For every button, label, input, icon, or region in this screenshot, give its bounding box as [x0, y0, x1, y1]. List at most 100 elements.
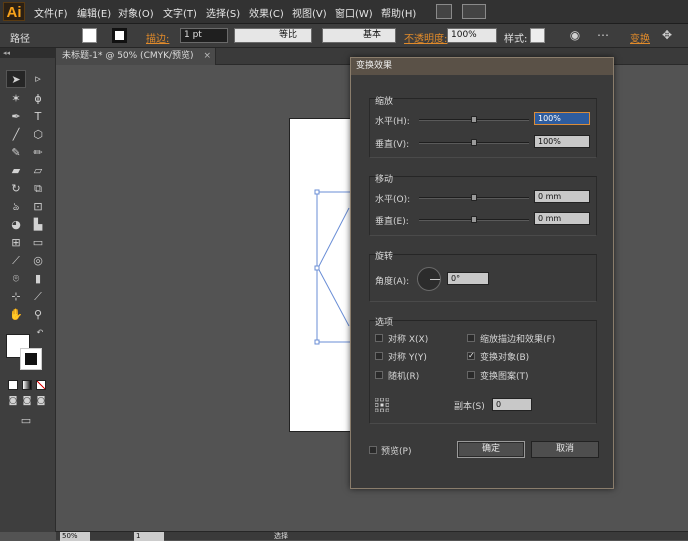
warp-tool-icon[interactable]: ঌ: [6, 198, 26, 216]
rotate-angle-field[interactable]: 0°: [447, 272, 489, 285]
angle-dial-icon[interactable]: [417, 267, 441, 291]
shape-builder-tool-icon[interactable]: ◕: [6, 216, 26, 234]
isolate-icon[interactable]: ✥: [658, 27, 676, 44]
ok-button[interactable]: 确定: [457, 441, 525, 458]
reflect-y-checkbox[interactable]: [375, 352, 383, 360]
slice-tool-icon[interactable]: ⟋: [28, 288, 48, 306]
preview-checkbox[interactable]: [369, 446, 377, 454]
scale-vertical-thumb[interactable]: [471, 139, 477, 146]
column-graph-tool-icon[interactable]: ▮: [28, 270, 48, 288]
reflect-x-checkbox[interactable]: [375, 334, 383, 342]
gradient-mode-icon[interactable]: [22, 380, 32, 390]
lasso-tool-icon[interactable]: ϕ: [28, 90, 48, 108]
scale-group-label: 缩放: [375, 97, 394, 107]
menu-object[interactable]: 对象(O): [118, 5, 154, 20]
recolor-artwork-icon[interactable]: ◉: [566, 27, 584, 44]
opacity-label[interactable]: 不透明度:: [404, 30, 447, 45]
brush-definition[interactable]: 基本: [322, 28, 396, 43]
draw-inside-icon[interactable]: ◙: [34, 394, 48, 408]
symbol-sprayer-tool-icon[interactable]: ⌾: [6, 270, 26, 288]
polygon-tool-icon[interactable]: ⬡: [28, 126, 48, 144]
menu-edit[interactable]: 编辑(E): [77, 5, 111, 20]
menu-type[interactable]: 文字(T): [163, 5, 197, 20]
perspective-grid-tool-icon[interactable]: ▙: [28, 216, 48, 234]
zoom-tool-icon[interactable]: ⚲: [28, 306, 48, 324]
copies-label: 副本(S): [454, 402, 485, 412]
artboard-tool-icon[interactable]: ⊹: [6, 288, 26, 306]
copies-field[interactable]: 0: [492, 398, 532, 411]
scale-horizontal-label: 水平(H):: [375, 117, 410, 127]
handle-top-left: [314, 189, 320, 195]
mesh-tool-icon[interactable]: ⊞: [6, 234, 26, 252]
control-bar: 路径 描边: 1 pt 等比 基本 不透明度: 100% 样式: ◉ ⋯ 变换 …: [0, 24, 688, 48]
move-horizontal-thumb[interactable]: [471, 194, 477, 201]
direct-selection-tool-icon[interactable]: ▹: [28, 70, 48, 88]
free-transform-tool-icon[interactable]: ⊡: [28, 198, 48, 216]
menu-select[interactable]: 选择(S): [206, 5, 240, 20]
menu-file[interactable]: 文件(F): [34, 5, 68, 20]
random-checkbox[interactable]: [375, 371, 383, 379]
opacity-field[interactable]: 100%: [447, 28, 497, 43]
scale-horizontal-thumb[interactable]: [471, 116, 477, 123]
selection-tool-icon[interactable]: ➤: [6, 70, 26, 88]
none-mode-icon[interactable]: [36, 380, 46, 390]
type-tool-icon[interactable]: T: [28, 108, 48, 126]
menu-window[interactable]: 窗口(W): [335, 5, 373, 20]
scale-horizontal-value: 100%: [538, 114, 561, 123]
color-mode-icon[interactable]: [8, 380, 18, 390]
bridge-icon[interactable]: [436, 4, 452, 19]
rotate-tool-icon[interactable]: ↻: [6, 180, 26, 198]
magic-wand-tool-icon[interactable]: ✶: [6, 90, 26, 108]
graphic-style-swatch[interactable]: [530, 28, 545, 43]
swap-colors-icon[interactable]: ↶: [34, 328, 46, 338]
draw-normal-icon[interactable]: ◙: [6, 394, 20, 408]
blob-brush-tool-icon[interactable]: ▰: [6, 162, 26, 180]
arrange-documents-icon[interactable]: [462, 4, 486, 19]
reference-point-icon[interactable]: [375, 398, 389, 412]
paintbrush-tool-icon[interactable]: ✎: [6, 144, 26, 162]
document-tab-title: 未标题-1* @ 50% (CMYK/预览): [62, 51, 194, 61]
menu-bar: Ai 文件(F) 编辑(E) 对象(O) 文字(T) 选择(S) 效果(C) 视…: [0, 0, 688, 24]
hand-tool-icon[interactable]: ✋: [6, 306, 26, 324]
gradient-tool-icon[interactable]: ▭: [28, 234, 48, 252]
move-vertical-field[interactable]: 0 mm: [534, 212, 590, 225]
menu-effect[interactable]: 效果(C): [249, 5, 284, 20]
object-type-label: 路径: [10, 34, 30, 45]
draw-behind-icon[interactable]: ◙: [20, 394, 34, 408]
scale-tool-icon[interactable]: ⧉: [28, 180, 48, 198]
options-group-label: 选项: [375, 318, 394, 328]
move-vertical-thumb[interactable]: [471, 216, 477, 223]
screen-mode-icon[interactable]: ▭: [16, 412, 36, 430]
scale-strokes-checkbox[interactable]: [467, 334, 475, 342]
style-label: 样式:: [504, 34, 528, 45]
blend-tool-icon[interactable]: ◎: [28, 252, 48, 270]
transform-patterns-label: 变换图案(T): [480, 372, 529, 382]
variable-width-profile[interactable]: 等比: [234, 28, 312, 43]
cancel-button[interactable]: 取消: [531, 441, 599, 458]
pencil-tool-icon[interactable]: ✏: [28, 144, 48, 162]
path-stroke: [317, 207, 350, 327]
transform-objects-checkbox[interactable]: ✓: [467, 352, 475, 360]
line-tool-icon[interactable]: ╱: [6, 126, 26, 144]
stroke-swatch[interactable]: [112, 28, 127, 43]
pen-tool-icon[interactable]: ✒: [6, 108, 26, 126]
eyedropper-tool-icon[interactable]: ⟋: [6, 252, 26, 270]
menu-view[interactable]: 视图(V): [292, 5, 327, 20]
stroke-weight-field[interactable]: 1 pt: [180, 28, 228, 43]
fill-swatch[interactable]: [82, 28, 97, 43]
random-label: 随机(R): [388, 372, 420, 382]
eraser-tool-icon[interactable]: ▱: [28, 162, 48, 180]
close-tab-icon[interactable]: ×: [203, 48, 211, 65]
scale-horizontal-field[interactable]: 100%: [534, 112, 590, 125]
transform-label[interactable]: 变换: [630, 30, 650, 45]
stroke-color-icon[interactable]: [20, 348, 42, 370]
menu-help[interactable]: 帮助(H): [381, 5, 416, 20]
scale-vertical-field[interactable]: 100%: [534, 135, 590, 148]
move-horizontal-field[interactable]: 0 mm: [534, 190, 590, 203]
app-logo: Ai: [3, 2, 25, 21]
document-tab[interactable]: 未标题-1* @ 50% (CMYK/预览) ×: [56, 48, 216, 65]
align-icon[interactable]: ⋯: [594, 27, 612, 44]
transform-patterns-checkbox[interactable]: [467, 371, 475, 379]
panel-collapse-icon[interactable]: ◂◂: [0, 48, 56, 58]
stroke-label[interactable]: 描边:: [146, 30, 169, 45]
